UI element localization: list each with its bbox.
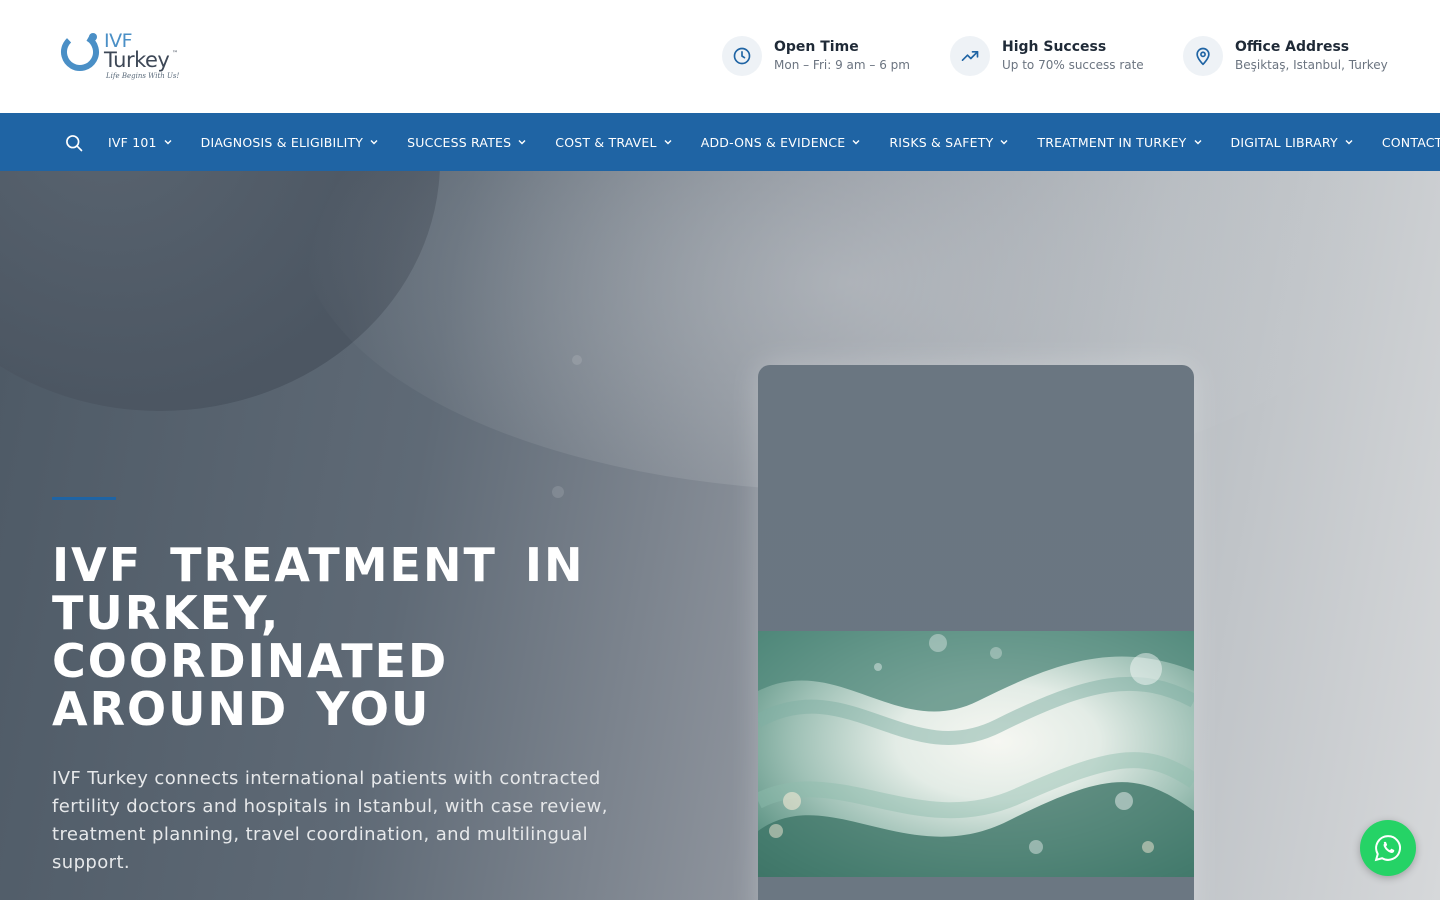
nav-item-success-rates[interactable]: SUCCESS RATES bbox=[407, 135, 527, 150]
bokeh-dot bbox=[572, 355, 582, 365]
open-time-info: Open Time Mon – Fri: 9 am – 6 pm bbox=[722, 36, 910, 76]
nav-item-digital-library[interactable]: DIGITAL LIBRARY bbox=[1231, 135, 1354, 150]
office-address-info: Office Address Beşiktaş, Istanbul, Turke… bbox=[1183, 36, 1388, 76]
nav-item-diagnosis-eligibility[interactable]: DIAGNOSIS & ELIGIBILITY bbox=[201, 135, 379, 150]
high-success-title: High Success bbox=[1002, 39, 1107, 55]
hero-accent-line bbox=[52, 497, 116, 500]
nav-item-label: DIAGNOSIS & ELIGIBILITY bbox=[200, 134, 364, 150]
search-icon[interactable] bbox=[64, 133, 84, 153]
nav-menu: IVF 101 DIAGNOSIS & ELIGIBILITY SUCCESS … bbox=[108, 113, 1440, 171]
chevron-down-icon bbox=[370, 140, 378, 145]
nav-item-add-ons-evidence[interactable]: ADD-ONS & EVIDENCE bbox=[701, 135, 862, 150]
office-address-title: Office Address bbox=[1235, 39, 1350, 55]
nav-item-label: DIGITAL LIBRARY bbox=[1230, 134, 1338, 150]
hero-image bbox=[758, 631, 1194, 877]
map-pin-icon bbox=[1183, 36, 1223, 76]
logo-trademark: ™ bbox=[172, 50, 178, 57]
site-logo[interactable]: IVF Turkey ™ Life Begins With Us! bbox=[60, 28, 180, 84]
office-address-text: Beşiktaş, Istanbul, Turkey bbox=[1235, 58, 1388, 72]
high-success-rate: Up to 70% success rate bbox=[1002, 58, 1144, 72]
clock-icon bbox=[722, 36, 762, 76]
main-navigation: IVF 101 DIAGNOSIS & ELIGIBILITY SUCCESS … bbox=[0, 113, 1440, 171]
chevron-down-icon bbox=[664, 140, 672, 145]
whatsapp-icon bbox=[1374, 835, 1401, 862]
chevron-down-icon bbox=[1000, 140, 1008, 145]
hero-section: IVF TREATMENT IN TURKEY, COORDINATED ARO… bbox=[0, 171, 1440, 900]
chevron-down-icon bbox=[1194, 140, 1202, 145]
chevron-down-icon bbox=[164, 140, 172, 145]
open-time-hours: Mon – Fri: 9 am – 6 pm bbox=[774, 58, 910, 72]
hero-image-card bbox=[758, 365, 1194, 900]
hero-title: IVF TREATMENT IN TURKEY, COORDINATED ARO… bbox=[52, 538, 585, 736]
trending-up-icon bbox=[950, 36, 990, 76]
nav-item-label: RISKS & SAFETY bbox=[889, 134, 994, 150]
whatsapp-chat-button[interactable] bbox=[1360, 820, 1416, 876]
chevron-down-icon bbox=[518, 140, 526, 145]
logo-text-turkey: Turkey bbox=[104, 48, 170, 72]
nav-item-treatment-in-turkey[interactable]: TREATMENT IN TURKEY bbox=[1037, 135, 1202, 150]
open-time-title: Open Time bbox=[774, 39, 859, 55]
nav-item-label: TREATMENT IN TURKEY bbox=[1037, 134, 1187, 150]
nav-item-label: CONTACT bbox=[1381, 134, 1440, 150]
nav-item-label: IVF 101 bbox=[108, 134, 157, 150]
nav-item-label: SUCCESS RATES bbox=[407, 134, 512, 150]
nav-item-ivf-101[interactable]: IVF 101 bbox=[108, 135, 173, 150]
hero-description: IVF Turkey connects international patien… bbox=[52, 768, 608, 873]
logo-mark-icon bbox=[61, 33, 99, 71]
chevron-down-icon bbox=[852, 140, 860, 145]
logo-tagline: Life Begins With Us! bbox=[106, 72, 180, 80]
chevron-down-icon bbox=[1345, 140, 1353, 145]
site-header: IVF Turkey ™ Life Begins With Us! Open T… bbox=[0, 0, 1440, 113]
high-success-info: High Success Up to 70% success rate bbox=[950, 36, 1144, 76]
nav-item-label: COST & TRAVEL bbox=[555, 134, 657, 150]
nav-item-risks-safety[interactable]: RISKS & SAFETY bbox=[889, 135, 1009, 150]
nav-item-label: ADD-ONS & EVIDENCE bbox=[700, 134, 846, 150]
nav-item-cost-travel[interactable]: COST & TRAVEL bbox=[555, 135, 672, 150]
bokeh-dot bbox=[552, 486, 564, 498]
nav-item-contact[interactable]: CONTACT bbox=[1382, 135, 1440, 150]
